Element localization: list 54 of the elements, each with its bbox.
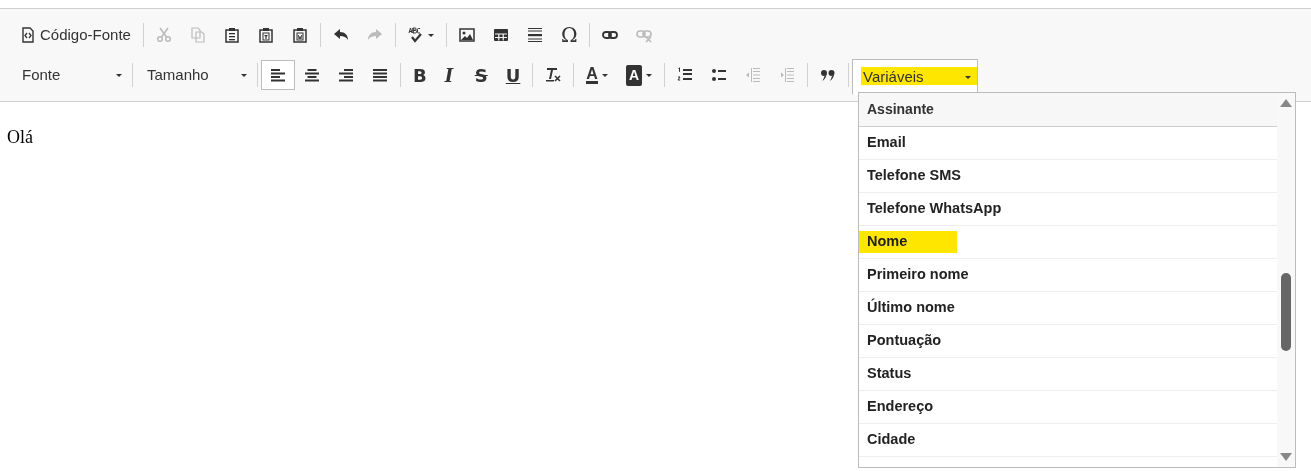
dropdown-select[interactable]: Tamanho bbox=[136, 59, 254, 91]
special-character-button[interactable]: Ω bbox=[551, 20, 587, 50]
caret-icon bbox=[116, 73, 122, 77]
numbered-list-icon bbox=[677, 67, 693, 83]
document-icon bbox=[20, 27, 36, 43]
caret-icon bbox=[965, 75, 971, 79]
spellcheck-icon bbox=[407, 27, 424, 43]
horizontal-line-icon bbox=[526, 27, 543, 43]
clear-formatting-icon bbox=[545, 67, 562, 83]
bullet-list-icon bbox=[711, 67, 727, 83]
clipboard-icon bbox=[257, 27, 274, 43]
bold-button[interactable]: B bbox=[404, 60, 436, 90]
editor-text: Olá bbox=[7, 127, 33, 147]
clipboard-icon bbox=[291, 27, 308, 43]
italic-button[interactable]: I bbox=[435, 60, 466, 90]
broken-link-icon bbox=[636, 27, 653, 43]
scissors-icon bbox=[155, 27, 172, 43]
underline-button[interactable]: U bbox=[496, 60, 530, 90]
menu-item[interactable]: Telefone WhatsApp bbox=[859, 193, 1277, 226]
menu-item[interactable]: Telefone SMS bbox=[859, 160, 1277, 193]
outdent-icon bbox=[745, 67, 761, 83]
caret-icon bbox=[646, 73, 652, 77]
text-color-button[interactable]: A bbox=[577, 60, 617, 90]
menu-item[interactable]: Cidade bbox=[859, 424, 1277, 457]
dropdown-select[interactable]: Fonte bbox=[11, 59, 129, 91]
quotation-marks-icon bbox=[820, 67, 836, 83]
align-left-button[interactable] bbox=[261, 60, 295, 90]
scroll-up-icon[interactable] bbox=[1280, 99, 1292, 107]
align-right-icon bbox=[338, 67, 354, 83]
menu-item[interactable]: Primeiro nome bbox=[859, 259, 1277, 292]
indent-icon bbox=[779, 67, 795, 83]
scrollbar-thumb[interactable] bbox=[1281, 273, 1291, 351]
copy-icon bbox=[189, 27, 206, 43]
align-left-icon bbox=[270, 67, 286, 83]
menu-item[interactable]: Status bbox=[859, 358, 1277, 391]
image-icon bbox=[458, 27, 475, 43]
caret-icon bbox=[427, 33, 434, 37]
menu-item[interactable]: Email bbox=[859, 127, 1277, 160]
menu-item[interactable]: Pontuação bbox=[859, 325, 1277, 358]
table-icon bbox=[492, 27, 509, 43]
caret-icon bbox=[601, 73, 608, 77]
dropdown-select[interactable]: Variáveis bbox=[852, 59, 978, 95]
align-center-icon bbox=[304, 67, 320, 83]
menu-header: Assinante bbox=[859, 93, 1277, 127]
menu-item[interactable]: Endereço bbox=[859, 391, 1277, 424]
scroll-down-icon[interactable] bbox=[1280, 453, 1292, 461]
justify-icon bbox=[372, 67, 388, 83]
menu-item[interactable]: Nome bbox=[859, 226, 1277, 259]
strikethrough-button[interactable]: S bbox=[465, 60, 497, 90]
menu-item[interactable]: Último nome bbox=[859, 292, 1277, 325]
clipboard-icon bbox=[223, 27, 240, 43]
caret-icon bbox=[241, 73, 247, 77]
background-color-button[interactable]: A bbox=[616, 60, 661, 90]
source-code-button[interactable]: Código-Fonte bbox=[11, 20, 140, 50]
